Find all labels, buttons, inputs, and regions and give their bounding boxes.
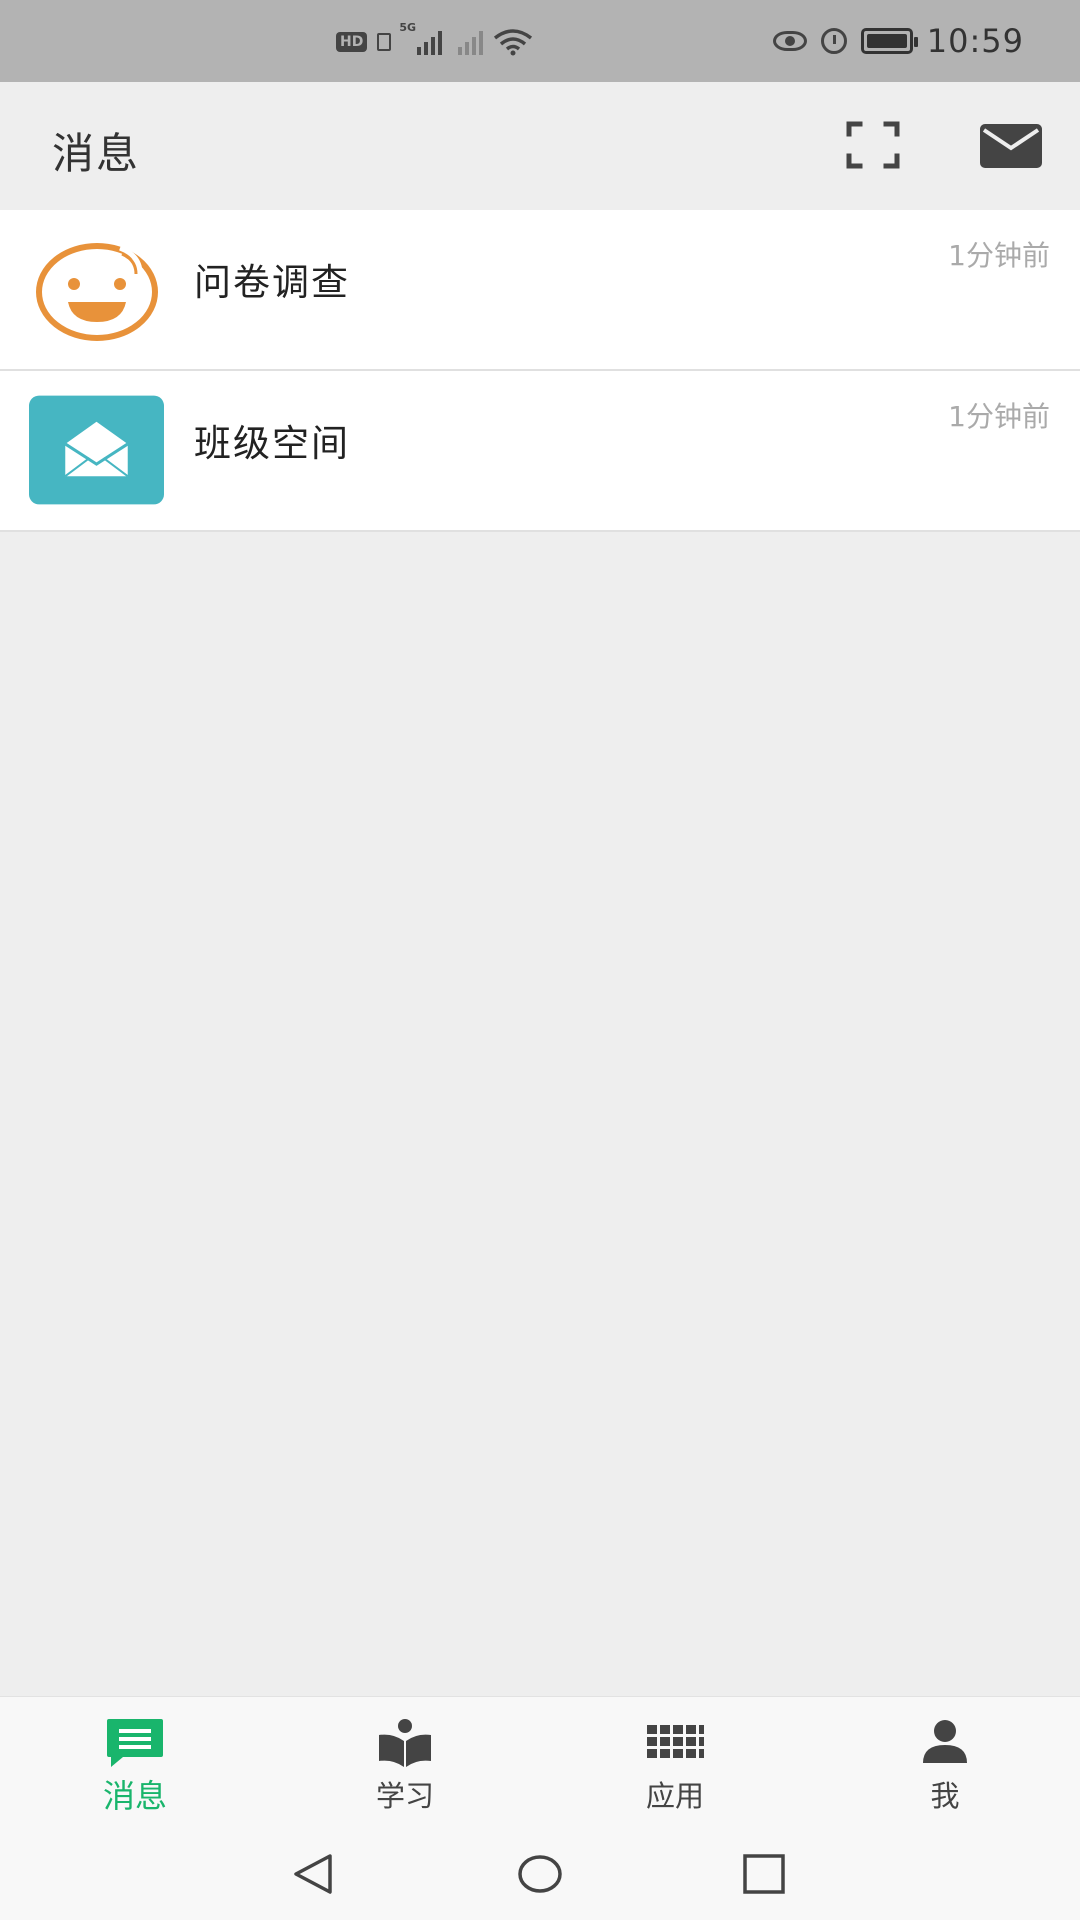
message-item-survey[interactable]: 问卷调查 1分钟前: [0, 210, 1080, 371]
tab-label: 应用: [645, 1779, 704, 1813]
person-icon: [923, 1720, 967, 1763]
tab-study[interactable]: 学习: [270, 1697, 540, 1829]
tab-apps[interactable]: 应用: [540, 1697, 810, 1829]
app-header: 消息: [0, 82, 1080, 210]
status-time: 10:59: [926, 22, 1024, 60]
tab-label: 消息: [102, 1777, 167, 1815]
status-right: 10:59: [772, 18, 1024, 64]
message-item-class-space[interactable]: 班级空间 1分钟前: [0, 371, 1080, 532]
message-time: 1分钟前: [948, 400, 1050, 433]
recents-icon[interactable]: [740, 1852, 788, 1896]
chat-icon: [107, 1719, 163, 1767]
eye-comfort-icon: [772, 31, 807, 51]
tab-label: 我: [930, 1779, 960, 1813]
system-nav-bar: [0, 1828, 1080, 1920]
status-left: HD 5G: [336, 21, 533, 60]
bottom-tab-bar: 消息 学习 应用 我: [0, 1696, 1080, 1829]
signal-no-sim-icon: [452, 29, 484, 55]
message-list: 问卷调查 1分钟前 班级空间 1分钟前: [0, 210, 1080, 532]
signal-5g-icon: 5G: [399, 21, 443, 55]
hd-icon: HD: [336, 32, 368, 52]
tab-messages[interactable]: 消息: [0, 1697, 270, 1829]
home-icon[interactable]: [516, 1852, 564, 1896]
sim-icon: [377, 33, 392, 51]
message-title: 问卷调查: [194, 261, 350, 304]
back-icon[interactable]: [290, 1852, 338, 1896]
battery-icon: [860, 28, 918, 54]
page-title: 消息: [52, 129, 141, 178]
scan-icon[interactable]: [846, 120, 900, 170]
book-reader-icon: [379, 1719, 431, 1767]
mail-icon[interactable]: [980, 124, 1042, 168]
envelope-icon: [29, 395, 164, 505]
status-bar: HD 5G 10:59: [0, 0, 1080, 82]
network-type-label: 5G: [399, 21, 417, 34]
tab-me[interactable]: 我: [810, 1697, 1080, 1829]
wifi-icon: [494, 29, 533, 56]
alarm-icon: [820, 28, 847, 54]
smiley-icon: [36, 243, 158, 341]
message-title: 班级空间: [194, 422, 350, 465]
apps-grid-icon: [647, 1725, 704, 1758]
message-time: 1分钟前: [948, 239, 1050, 272]
tab-label: 学习: [375, 1779, 434, 1813]
